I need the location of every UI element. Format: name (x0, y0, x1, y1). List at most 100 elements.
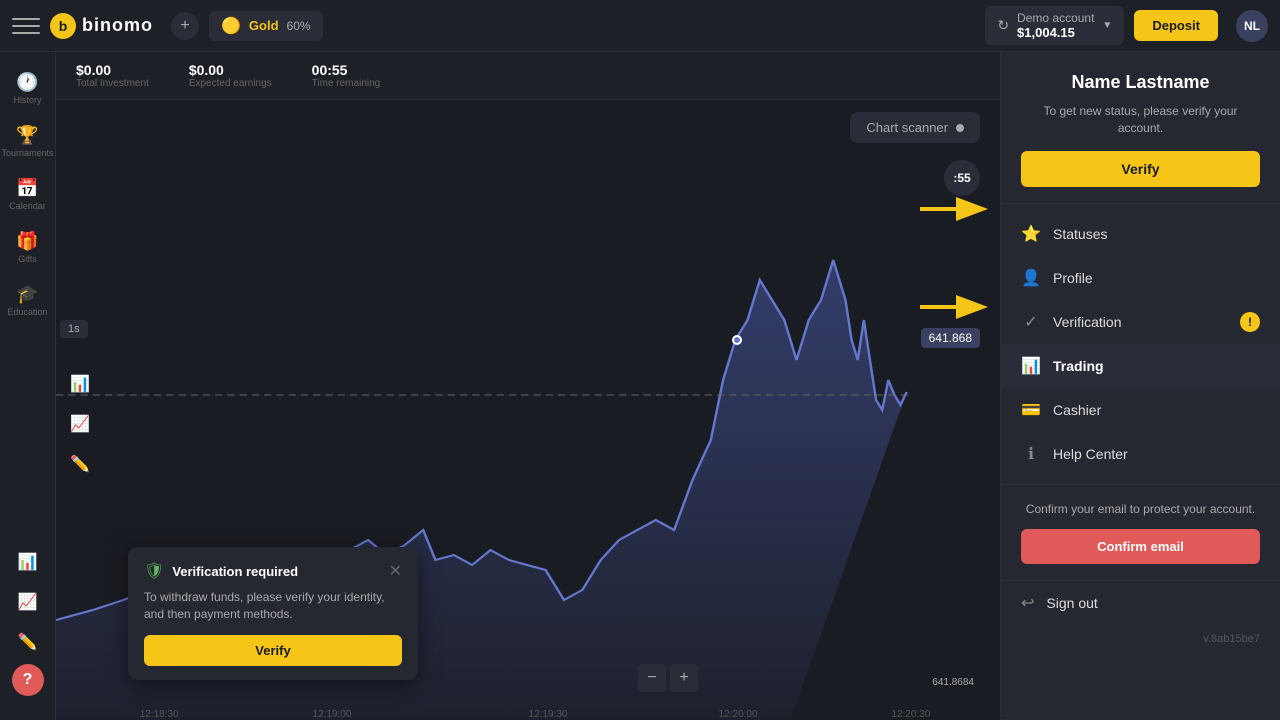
indicator-tool[interactable]: 📊 (64, 368, 96, 400)
time-label: Time remaining (312, 78, 381, 89)
sidebar-item-history[interactable]: 🕐 History (0, 64, 55, 113)
expected-earnings-stat: $0.00 Expected earnings (189, 62, 272, 89)
time-value: 00:55 (312, 62, 381, 78)
chart-icon[interactable]: 📊 (10, 544, 46, 580)
zoom-in-button[interactable]: + (670, 664, 698, 692)
version-label: v.8ab15be7 (1001, 625, 1280, 653)
toast-title-row: 🛡 Verification required (144, 561, 298, 581)
verification-icon: ✓ (1021, 312, 1041, 332)
investment-label: Total Investment (76, 78, 149, 89)
sidebar-education-label: Education (7, 307, 47, 317)
deposit-button[interactable]: Deposit (1134, 10, 1218, 41)
cashier-label: Cashier (1053, 402, 1101, 418)
profile-dropdown: Name Lastname To get new status, please … (1000, 52, 1280, 720)
profile-verify-text: To get new status, please verify your ac… (1021, 103, 1260, 137)
time-tick-0: 12:18:30 (140, 709, 179, 720)
trading-icon: 📊 (1021, 356, 1041, 376)
sign-out-button[interactable]: ↩ Sign out (1001, 580, 1280, 625)
toast-header: 🛡 Verification required ✕ (144, 561, 402, 581)
menu-item-statuses[interactable]: ⭐ Statuses (1001, 212, 1280, 256)
account-type-selector[interactable]: 🟡 Gold 60% (209, 11, 323, 41)
education-icon: 🎓 (16, 284, 38, 305)
toast-description: To withdraw funds, please verify your id… (144, 589, 402, 623)
total-investment-stat: $0.00 Total Investment (76, 62, 149, 89)
toast-verify-button[interactable]: Verify (144, 635, 402, 666)
menu-item-verification[interactable]: ✓ Verification ! (1001, 300, 1280, 344)
menu-item-profile[interactable]: 👤 Profile (1001, 256, 1280, 300)
price-axis-value: 641.8684 (908, 677, 978, 688)
email-prompt-text: Confirm your email to protect your accou… (1021, 501, 1260, 518)
confirm-email-button[interactable]: Confirm email (1021, 529, 1260, 564)
help-button[interactable]: ? (12, 664, 44, 696)
profile-label: Profile (1053, 270, 1093, 286)
chevron-down-icon: ▼ (1102, 20, 1112, 31)
avatar[interactable]: NL (1236, 10, 1268, 42)
menu-item-help-center[interactable]: ℹ Help Center (1001, 432, 1280, 476)
gold-icon: 🟡 (221, 16, 241, 36)
profile-icon: 👤 (1021, 268, 1041, 288)
draw-icon[interactable]: ✏️ (10, 624, 46, 660)
verification-badge: ! (1240, 312, 1260, 332)
signout-icon: ↩ (1021, 593, 1034, 613)
sidebar-item-calendar[interactable]: 📅 Calendar (0, 170, 55, 219)
shield-icon: 🛡 (144, 561, 164, 581)
demo-label: Demo account (1017, 11, 1094, 25)
sidebar-history-label: History (13, 95, 41, 105)
zoom-out-button[interactable]: − (638, 664, 666, 692)
sidebar-item-education[interactable]: 🎓 Education (0, 276, 55, 325)
add-instrument-button[interactable]: + (171, 12, 199, 40)
time-remaining-stat: 00:55 Time remaining (312, 62, 381, 89)
help-center-label: Help Center (1053, 446, 1128, 462)
help-center-icon: ℹ (1021, 444, 1041, 464)
chart-scanner-button[interactable]: Chart scanner (850, 112, 980, 143)
arrow-down-indicator (920, 293, 990, 326)
time-axis: 12:18:30 12:19:00 12:19:30 12:20:00 12:2… (116, 696, 980, 720)
profile-verify-button[interactable]: Verify (1021, 151, 1260, 187)
earnings-value: $0.00 (189, 62, 272, 78)
timeframe-badge[interactable]: 1s (60, 320, 88, 338)
time-tick-4: 12:20:30 (891, 709, 930, 720)
account-type-label: Gold (249, 18, 279, 33)
profile-name: Name Lastname (1021, 72, 1260, 93)
cashier-icon: 💳 (1021, 400, 1041, 420)
hamburger-button[interactable] (12, 12, 40, 40)
sidebar-item-tournaments[interactable]: 🏆 Tournaments (0, 117, 55, 166)
sidebar-calendar-label: Calendar (9, 201, 46, 211)
demo-amount: $1,004.15 (1017, 25, 1094, 40)
earnings-label: Expected earnings (189, 78, 272, 89)
profile-menu: ⭐ Statuses 👤 Profile ✓ Verification ! 📊 … (1001, 204, 1280, 484)
arrow-up-indicator (920, 195, 990, 228)
statuses-label: Statuses (1053, 226, 1107, 242)
navbar: b binomo + 🟡 Gold 60% ↻ Demo account $1,… (0, 0, 1280, 52)
menu-item-trading[interactable]: 📊 Trading (1001, 344, 1280, 388)
signout-label: Sign out (1046, 595, 1097, 611)
trading-label: Trading (1053, 358, 1104, 374)
zoom-controls: − + (638, 664, 698, 692)
sidebar-tournaments-label: Tournaments (1, 148, 53, 158)
refresh-icon: ↻ (997, 17, 1009, 34)
verification-label: Verification (1053, 314, 1121, 330)
toast-close-button[interactable]: ✕ (389, 561, 402, 581)
logo-icon: b (50, 13, 76, 39)
pencil-tool[interactable]: ✏️ (64, 448, 96, 480)
indicators-icon[interactable]: 📈 (10, 584, 46, 620)
timer-badge: :55 (944, 160, 980, 196)
sidebar-bottom: 📊 📈 ✏️ ? (10, 544, 46, 708)
tournaments-icon: 🏆 (16, 125, 38, 146)
draw-tool[interactable]: 📈 (64, 408, 96, 440)
gifts-icon: 🎁 (16, 231, 38, 252)
menu-item-cashier[interactable]: 💳 Cashier (1001, 388, 1280, 432)
demo-account-info[interactable]: ↻ Demo account $1,004.15 ▼ (985, 6, 1124, 45)
time-tick-2: 12:19:30 (529, 709, 568, 720)
statuses-icon: ⭐ (1021, 224, 1041, 244)
account-pct-label: 60% (287, 19, 311, 33)
logo-text: binomo (82, 15, 153, 36)
toast-title: Verification required (172, 564, 298, 579)
profile-header: Name Lastname To get new status, please … (1001, 52, 1280, 204)
time-tick-3: 12:20:00 (719, 709, 758, 720)
sidebar-item-gifts[interactable]: 🎁 Gifts (0, 223, 55, 272)
crosshair-dot (732, 335, 742, 345)
scanner-dot-icon (956, 124, 964, 132)
calendar-icon: 📅 (16, 178, 38, 199)
sidebar-gifts-label: Gifts (18, 254, 37, 264)
